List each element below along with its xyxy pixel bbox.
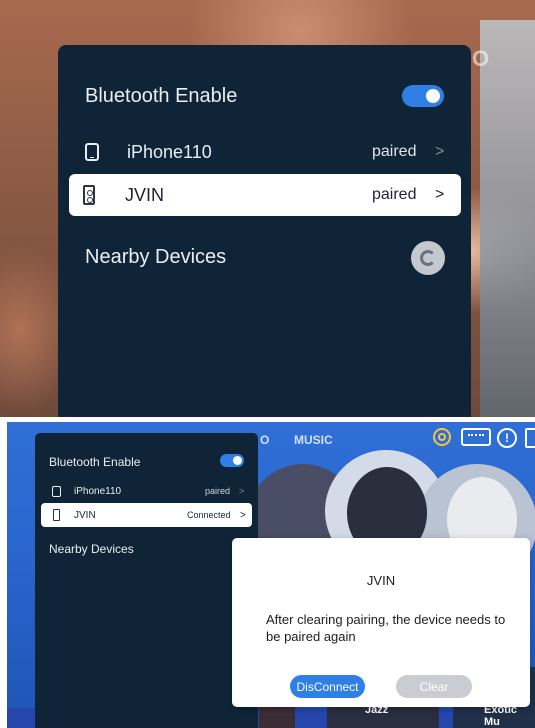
device-name: JVIN — [125, 184, 165, 205]
bluetooth-enable-label: Bluetooth Enable — [49, 455, 141, 469]
top-screenshot: O Bluetooth Enable iPhone110 paired > JV… — [0, 0, 535, 417]
bluetooth-panel: Bluetooth Enable iPhone110 paired > JVIN… — [58, 45, 471, 417]
device-name: iPhone110 — [127, 141, 212, 162]
device-status: paired — [205, 486, 231, 496]
device-name: JVIN — [74, 509, 96, 521]
nav-tab-partial[interactable]: O — [260, 433, 269, 447]
nearby-devices-label: Nearby Devices — [49, 542, 134, 556]
document-icon[interactable] — [525, 428, 535, 448]
nav-tab-music[interactable]: MUSIC — [294, 433, 333, 447]
keyboard-icon[interactable] — [461, 428, 491, 446]
refresh-button[interactable] — [411, 241, 445, 275]
bluetooth-toggle[interactable] — [402, 85, 444, 107]
refresh-icon — [420, 250, 436, 266]
chevron-right-icon: > — [435, 186, 445, 203]
genre-label-exotic: Exotic Mu — [484, 704, 518, 728]
bluetooth-toggle[interactable] — [220, 454, 244, 467]
device-status: Connected — [187, 510, 231, 520]
clear-button[interactable]: Clear — [396, 675, 472, 698]
device-row-iphone110[interactable]: iPhone110 paired > — [52, 479, 248, 503]
background-nav-text: O — [472, 46, 490, 71]
disconnect-button[interactable]: DisConnect — [290, 675, 365, 698]
phone-icon — [85, 143, 99, 161]
chevron-right-icon: > — [240, 509, 246, 521]
speaker-icon — [83, 185, 95, 205]
nearby-devices-label: Nearby Devices — [85, 246, 227, 268]
settings-gear-icon[interactable] — [433, 428, 451, 446]
background-photo — [480, 20, 535, 417]
device-status: paired — [372, 186, 417, 203]
bluetooth-enable-label: Bluetooth Enable — [85, 85, 238, 107]
unpair-dialog: JVIN After clearing pairing, the device … — [232, 538, 530, 707]
dialog-message: After clearing pairing, the device needs… — [266, 612, 506, 644]
chevron-right-icon: > — [435, 143, 445, 160]
device-name: iPhone110 — [74, 485, 122, 497]
info-icon[interactable]: ! — [497, 428, 517, 448]
device-row-jvin[interactable]: JVIN Connected > — [41, 503, 252, 527]
bluetooth-panel: Bluetooth Enable iPhone110 paired > JVIN… — [35, 433, 258, 728]
speaker-icon — [53, 509, 60, 521]
device-row-iphone110[interactable]: iPhone110 paired > — [85, 131, 445, 173]
phone-icon — [52, 485, 61, 497]
dialog-title: JVIN — [366, 573, 396, 588]
device-status: paired — [372, 143, 417, 160]
device-row-jvin[interactable]: JVIN paired > — [69, 174, 461, 216]
chevron-right-icon: > — [239, 486, 245, 496]
bottom-screenshot: Jazz Exotic Mu O MUSIC ! Bluetooth Enabl… — [7, 422, 535, 728]
